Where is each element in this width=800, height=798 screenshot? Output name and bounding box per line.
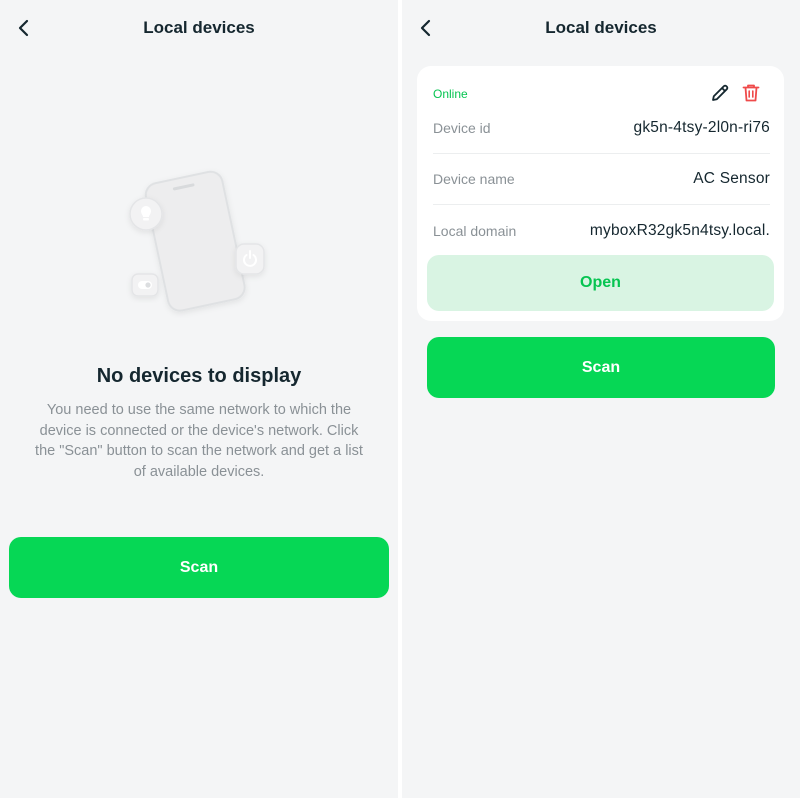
device-name-label: Device name: [433, 171, 515, 187]
status-badge: Online: [433, 87, 468, 101]
device-name-row: Device name AC Sensor: [433, 154, 770, 205]
pencil-icon: [712, 84, 729, 101]
local-domain-label: Local domain: [433, 222, 517, 239]
page-title: Local devices: [143, 18, 255, 37]
device-id-label: Device id: [433, 120, 491, 136]
empty-state-title: No devices to display: [96, 365, 302, 387]
phone-illustration: [129, 170, 265, 312]
scan-button[interactable]: Scan: [9, 537, 389, 598]
header: Local devices: [402, 0, 800, 58]
empty-state-screen: Local devices No devices to display You …: [0, 0, 398, 798]
device-name-value: AC Sensor: [693, 170, 770, 187]
device-id-row: Device id gk5n-4tsy-2l0n-ri76: [433, 103, 770, 154]
trash-icon: [742, 84, 760, 102]
local-domain-value: myboxR32gk5n4tsy.local.: [589, 221, 770, 239]
device-card: Online Device id gk5n-4tsy-2l0n-ri76 Dev…: [417, 66, 784, 321]
header: Local devices: [0, 0, 398, 58]
page-title: Local devices: [545, 18, 657, 37]
empty-state-description: You need to use the same network to whic…: [35, 402, 363, 480]
scan-button[interactable]: Scan: [427, 337, 775, 398]
device-id-value: gk5n-4tsy-2l0n-ri76: [633, 119, 770, 136]
edit-button[interactable]: [709, 82, 731, 104]
device-list-screen: Local devices Online Device id gk5n-4tsy…: [402, 0, 800, 798]
open-button[interactable]: Open: [427, 255, 774, 311]
delete-button[interactable]: [740, 82, 762, 104]
local-domain-row: Local domain myboxR32gk5n4tsy.local.: [433, 205, 770, 256]
